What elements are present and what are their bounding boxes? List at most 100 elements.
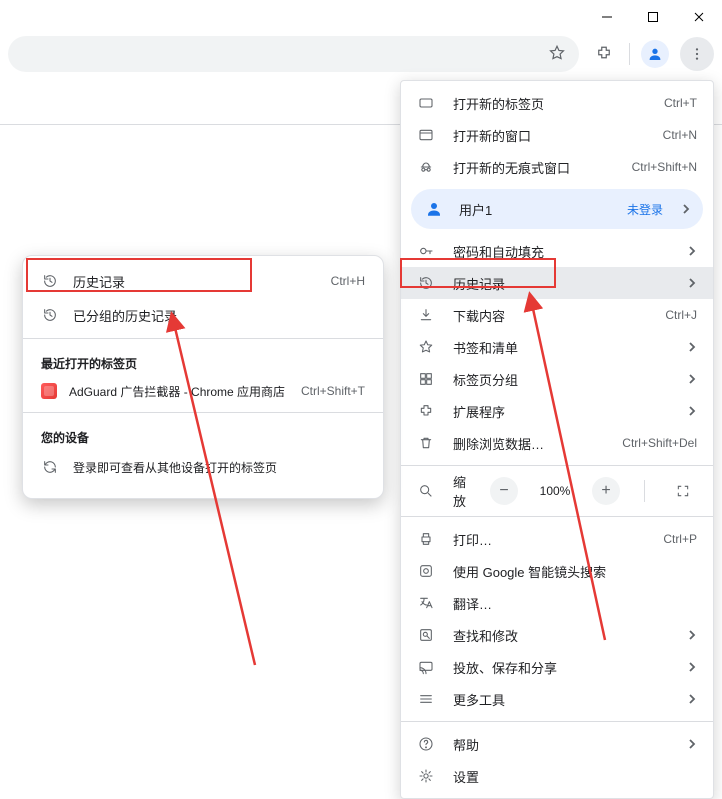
tools-icon <box>417 691 435 707</box>
chevron-right-icon <box>687 404 697 419</box>
menu-profile[interactable]: 用户1 未登录 <box>411 189 703 229</box>
find-icon <box>417 627 435 643</box>
menu-lens-label: 使用 Google 智能镜头搜索 <box>453 562 697 581</box>
menu-new-window[interactable]: 打开新的窗口 Ctrl+N <box>401 119 713 151</box>
cast-icon <box>417 659 435 675</box>
menu-profile-badge: 未登录 <box>627 201 663 218</box>
menu-translate[interactable]: 翻译… <box>401 587 713 619</box>
menu-new-incognito-shortcut: Ctrl+Shift+N <box>632 160 697 174</box>
recent-tab-item[interactable]: AdGuard 广告拦截器 - Chrome 应用商店 Ctrl+Shift+T <box>23 376 383 406</box>
recent-tab-label: AdGuard 广告拦截器 - Chrome 应用商店 <box>69 383 289 400</box>
submenu-grouped-history-label: 已分组的历史记录 <box>73 306 365 325</box>
recent-tabs-heading: 最近打开的标签页 <box>23 345 383 376</box>
window-maximize-button[interactable] <box>630 0 676 34</box>
menu-new-incognito[interactable]: 打开新的无痕式窗口 Ctrl+Shift+N <box>401 151 713 183</box>
history-icon <box>41 307 59 323</box>
menu-settings[interactable]: 设置 <box>401 760 713 792</box>
omnibox[interactable] <box>8 36 579 72</box>
menu-print-label: 打印… <box>453 530 645 549</box>
download-icon <box>417 307 435 323</box>
menu-clear-data-shortcut: Ctrl+Shift+Del <box>622 436 697 450</box>
window-close-button[interactable] <box>676 0 722 34</box>
history-icon <box>41 273 59 289</box>
menu-downloads-label: 下载内容 <box>453 306 647 325</box>
menu-passwords-label: 密码和自动填充 <box>453 242 669 261</box>
menu-help[interactable]: 帮助 <box>401 728 713 760</box>
menu-clear-data[interactable]: 删除浏览数据… Ctrl+Shift+Del <box>401 427 713 459</box>
chevron-right-icon <box>687 660 697 675</box>
history-icon <box>417 275 435 291</box>
menu-passwords[interactable]: 密码和自动填充 <box>401 235 713 267</box>
menu-tab-groups[interactable]: 标签页分组 <box>401 363 713 395</box>
menu-extensions-label: 扩展程序 <box>453 402 669 421</box>
menu-find-edit[interactable]: 查找和修改 <box>401 619 713 651</box>
devices-sign-in-label: 登录即可查看从其他设备打开的标签页 <box>73 459 365 476</box>
chevron-right-icon <box>687 340 697 355</box>
sync-icon <box>41 459 59 475</box>
menu-new-tab[interactable]: 打开新的标签页 Ctrl+T <box>401 87 713 119</box>
zoom-out-button[interactable]: − <box>490 477 518 505</box>
menu-bookmarks[interactable]: 书签和清单 <box>401 331 713 363</box>
settings-icon <box>417 768 435 784</box>
menu-cast-save-share[interactable]: 投放、保存和分享 <box>401 651 713 683</box>
menu-more-tools-label: 更多工具 <box>453 690 669 709</box>
grid-icon <box>417 371 435 387</box>
submenu-history-label: 历史记录 <box>73 272 317 291</box>
menu-cast-label: 投放、保存和分享 <box>453 658 669 677</box>
menu-profile-label: 用户1 <box>459 200 613 219</box>
chevron-right-icon <box>687 372 697 387</box>
menu-help-label: 帮助 <box>453 735 669 754</box>
profile-icon <box>423 198 445 220</box>
app-menu: 打开新的标签页 Ctrl+T 打开新的窗口 Ctrl+N 打开新的无痕式窗口 C… <box>400 80 714 799</box>
chevron-right-icon <box>687 628 697 643</box>
profile-avatar-button[interactable] <box>638 37 672 71</box>
chevron-right-icon <box>681 202 691 217</box>
history-submenu: 历史记录 Ctrl+H 已分组的历史记录 最近打开的标签页 AdGuard 广告… <box>22 255 384 499</box>
fullscreen-button[interactable] <box>669 477 697 505</box>
menu-new-tab-label: 打开新的标签页 <box>453 94 646 113</box>
translate-icon <box>417 595 435 611</box>
lens-icon <box>417 563 435 579</box>
menu-lens-search[interactable]: 使用 Google 智能镜头搜索 <box>401 555 713 587</box>
window-icon <box>417 127 435 143</box>
incognito-icon <box>417 159 435 175</box>
menu-bookmarks-label: 书签和清单 <box>453 338 669 357</box>
trash-icon <box>417 435 435 451</box>
chevron-right-icon <box>687 244 697 259</box>
window-minimize-button[interactable] <box>584 0 630 34</box>
bookmark-star-icon[interactable] <box>548 44 566 65</box>
menu-zoom-row: 缩放 − 100% + <box>401 472 713 510</box>
app-menu-button[interactable] <box>680 37 714 71</box>
menu-zoom-label: 缩放 <box>453 472 472 510</box>
key-icon <box>417 243 435 259</box>
menu-more-tools[interactable]: 更多工具 <box>401 683 713 715</box>
zoom-icon <box>417 483 435 499</box>
menu-translate-label: 翻译… <box>453 594 697 613</box>
menu-clear-data-label: 删除浏览数据… <box>453 434 604 453</box>
menu-downloads[interactable]: 下载内容 Ctrl+J <box>401 299 713 331</box>
zoom-value: 100% <box>536 484 574 498</box>
print-icon <box>417 531 435 547</box>
extensions-icon[interactable] <box>587 37 621 71</box>
submenu-grouped-history[interactable]: 已分组的历史记录 <box>23 298 383 332</box>
help-icon <box>417 736 435 752</box>
menu-new-incognito-label: 打开新的无痕式窗口 <box>453 158 614 177</box>
menu-new-window-shortcut: Ctrl+N <box>663 128 697 142</box>
menu-settings-label: 设置 <box>453 767 697 786</box>
menu-new-tab-shortcut: Ctrl+T <box>664 96 697 110</box>
menu-extensions[interactable]: 扩展程序 <box>401 395 713 427</box>
devices-sign-in-hint[interactable]: 登录即可查看从其他设备打开的标签页 <box>23 450 383 484</box>
menu-history[interactable]: 历史记录 <box>401 267 713 299</box>
your-devices-heading: 您的设备 <box>23 419 383 450</box>
bookmark-icon <box>417 339 435 355</box>
tab-icon <box>417 95 435 111</box>
menu-find-edit-label: 查找和修改 <box>453 626 669 645</box>
menu-history-label: 历史记录 <box>453 274 669 293</box>
menu-print[interactable]: 打印… Ctrl+P <box>401 523 713 555</box>
menu-tab-groups-label: 标签页分组 <box>453 370 669 389</box>
zoom-in-button[interactable]: + <box>592 477 620 505</box>
chevron-right-icon <box>687 737 697 752</box>
menu-print-shortcut: Ctrl+P <box>663 532 697 546</box>
submenu-history[interactable]: 历史记录 Ctrl+H <box>23 264 383 298</box>
recent-tab-shortcut: Ctrl+Shift+T <box>301 384 365 398</box>
